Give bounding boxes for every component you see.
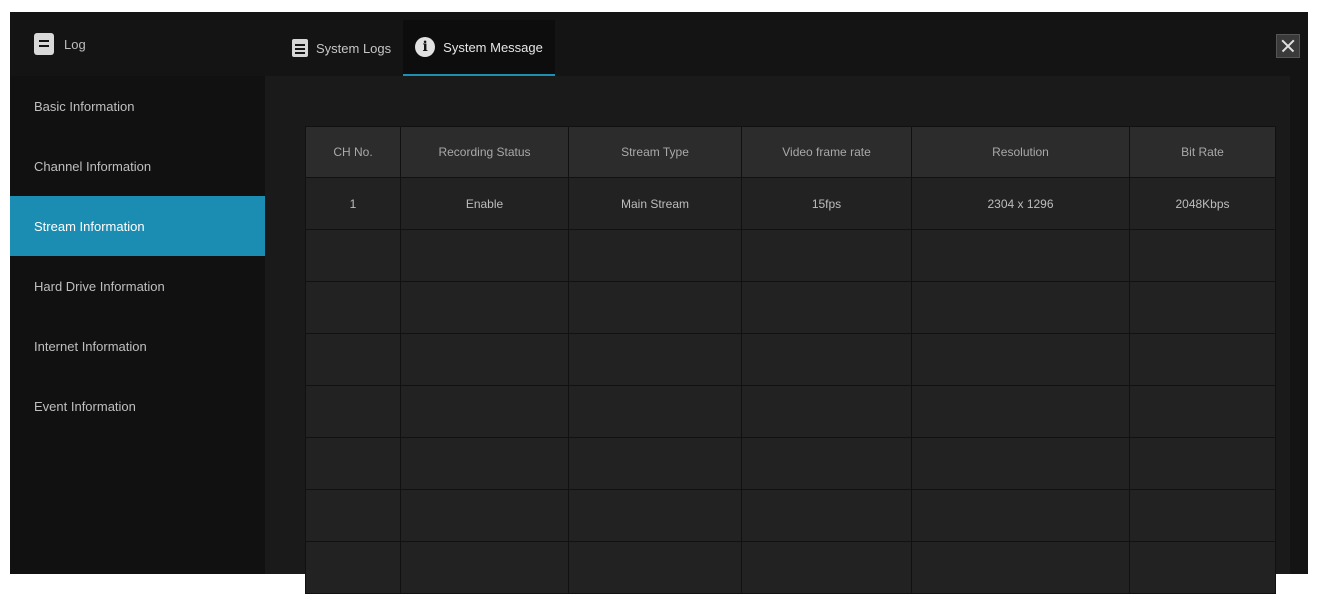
cell-bit-rate	[1129, 437, 1276, 490]
cell-video-frame-rate	[741, 281, 912, 334]
cell-recording-status	[400, 281, 569, 334]
log-icon	[34, 33, 54, 55]
close-button[interactable]	[1276, 34, 1300, 58]
cell-stream-type	[568, 281, 742, 334]
column-header-video-frame-rate: Video frame rate	[741, 126, 912, 178]
cell-recording-status	[400, 333, 569, 386]
cell-bit-rate	[1129, 541, 1276, 594]
cell-resolution	[911, 385, 1130, 438]
content-area: CH No. Recording Status Stream Type Vide…	[265, 76, 1308, 594]
cell-bit-rate: 2048Kbps	[1129, 177, 1276, 230]
cell-ch-no	[305, 333, 401, 386]
cell-resolution	[911, 541, 1130, 594]
table-row: 1 Enable Main Stream 15fps 2304 x 1296 2…	[305, 177, 1276, 230]
cell-resolution	[911, 333, 1130, 386]
cell-bit-rate	[1129, 229, 1276, 282]
sidebar-item-stream-information[interactable]: Stream Information	[10, 196, 265, 256]
sidebar-item-hard-drive-information[interactable]: Hard Drive Information	[10, 256, 265, 316]
cell-bit-rate	[1129, 385, 1276, 438]
cell-bit-rate	[1129, 281, 1276, 334]
column-header-recording-status: Recording Status	[400, 126, 569, 178]
sidebar-item-label: Channel Information	[34, 158, 152, 174]
tab-system-message[interactable]: i System Message	[403, 20, 555, 76]
sidebar-item-internet-information[interactable]: Internet Information	[10, 316, 265, 376]
cell-video-frame-rate	[741, 385, 912, 438]
sidebar-item-label: Hard Drive Information	[34, 278, 165, 294]
cell-resolution	[911, 489, 1130, 542]
sidebar-item-channel-information[interactable]: Channel Information	[10, 136, 265, 196]
sidebar-item-basic-information[interactable]: Basic Information	[10, 76, 265, 136]
tab-system-logs[interactable]: System Logs	[280, 20, 403, 76]
cell-recording-status	[400, 541, 569, 594]
cell-recording-status: Enable	[400, 177, 569, 230]
cell-video-frame-rate	[741, 229, 912, 282]
cell-resolution	[911, 281, 1130, 334]
tab-label: System Logs	[316, 40, 392, 56]
table-row	[305, 229, 1276, 282]
cell-video-frame-rate	[741, 333, 912, 386]
cell-resolution	[911, 229, 1130, 282]
cell-video-frame-rate	[741, 541, 912, 594]
cell-ch-no	[305, 437, 401, 490]
cell-stream-type	[568, 489, 742, 542]
sidebar: Basic Information Channel Information St…	[10, 76, 265, 574]
column-header-bit-rate: Bit Rate	[1129, 126, 1276, 178]
cell-ch-no: 1	[305, 177, 401, 230]
cell-resolution: 2304 x 1296	[911, 177, 1130, 230]
sidebar-item-label: Event Information	[34, 398, 136, 414]
cell-bit-rate	[1129, 489, 1276, 542]
cell-ch-no	[305, 385, 401, 438]
log-window: Log System Logs i System Message Basic I…	[10, 12, 1308, 594]
cell-ch-no	[305, 541, 401, 594]
cell-ch-no	[305, 229, 401, 282]
column-header-resolution: Resolution	[911, 126, 1130, 178]
table-row	[305, 333, 1276, 386]
sidebar-item-event-information[interactable]: Event Information	[10, 376, 265, 436]
tab-label: System Message	[443, 39, 543, 55]
cell-stream-type	[568, 229, 742, 282]
sidebar-item-label: Internet Information	[34, 338, 147, 354]
sidebar-item-label: Basic Information	[34, 98, 135, 114]
window-title: Log	[34, 32, 86, 56]
cell-recording-status	[400, 489, 569, 542]
table-row	[305, 437, 1276, 490]
table-row	[305, 385, 1276, 438]
tab-bar: System Logs i System Message	[280, 20, 555, 76]
cell-recording-status	[400, 385, 569, 438]
cell-video-frame-rate: 15fps	[741, 177, 912, 230]
document-icon	[292, 39, 308, 57]
cell-stream-type	[568, 385, 742, 438]
cell-recording-status	[400, 229, 569, 282]
table-row	[305, 281, 1276, 334]
table-row	[305, 541, 1276, 594]
table-row	[305, 489, 1276, 542]
table-header-row: CH No. Recording Status Stream Type Vide…	[305, 126, 1276, 178]
column-header-stream-type: Stream Type	[568, 126, 742, 178]
cell-video-frame-rate	[741, 489, 912, 542]
cell-bit-rate	[1129, 333, 1276, 386]
scrollbar-track[interactable]	[1290, 76, 1308, 574]
title-bar: Log System Logs i System Message	[10, 12, 1308, 77]
column-header-ch-no: CH No.	[305, 126, 401, 178]
info-icon: i	[415, 37, 436, 57]
window-title-label: Log	[64, 36, 86, 52]
cell-video-frame-rate	[741, 437, 912, 490]
cell-ch-no	[305, 281, 401, 334]
stream-info-table: CH No. Recording Status Stream Type Vide…	[305, 126, 1276, 594]
cell-resolution	[911, 437, 1130, 490]
cell-recording-status	[400, 437, 569, 490]
sidebar-item-label: Stream Information	[34, 218, 145, 234]
cell-stream-type	[568, 541, 742, 594]
cell-stream-type: Main Stream	[568, 177, 742, 230]
cell-stream-type	[568, 437, 742, 490]
cell-stream-type	[568, 333, 742, 386]
cell-ch-no	[305, 489, 401, 542]
